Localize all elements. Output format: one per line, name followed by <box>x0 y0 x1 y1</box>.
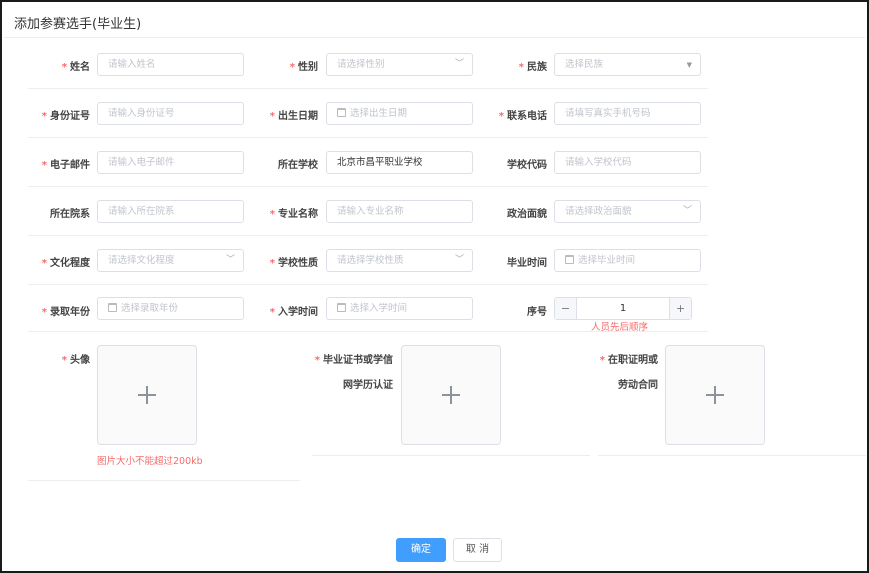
graduation-time-label: 毕业时间 <box>507 258 547 269</box>
minus-icon[interactable]: − <box>555 298 577 319</box>
major-input[interactable]: 请输入专业名称 <box>326 200 473 223</box>
chevron-down-icon: ﹀ <box>225 255 235 265</box>
department-input[interactable]: 请输入所在院系 <box>97 200 244 223</box>
row-divider <box>28 186 708 187</box>
confirm-button[interactable]: 确定 <box>396 538 446 562</box>
education-select[interactable]: 请选择文化程度 ﹀ <box>97 249 244 272</box>
avatar-hint: 图片大小不能超过200kb <box>97 456 203 467</box>
school-type-select[interactable]: 请选择学校性质 ﹀ <box>326 249 473 272</box>
school-code-label: 学校代码 <box>507 160 547 171</box>
certificate-label-line2: 网学历认证 <box>343 380 393 391</box>
chevron-down-icon: ﹀ <box>682 206 692 216</box>
email-label: * 电子邮件 <box>41 160 90 171</box>
political-status-select[interactable]: 请选择政治面貌 ﹀ <box>554 200 701 223</box>
department-label: 所在院系 <box>50 209 90 220</box>
plus-icon[interactable]: + <box>669 298 691 319</box>
sequence-value[interactable]: 1 <box>577 298 669 319</box>
birth-date-label: * 出生日期 <box>269 111 318 122</box>
graduation-time-picker[interactable]: 选择毕业时间 <box>554 249 701 272</box>
certificate-label-line1: * 毕业证书或学信 <box>314 355 393 366</box>
calendar-icon <box>337 108 346 117</box>
gender-label: * 性别 <box>289 62 318 73</box>
admission-year-label: * 录取年份 <box>41 307 90 318</box>
avatar-label: * 头像 <box>61 355 90 366</box>
plus-icon <box>706 386 724 404</box>
row-divider <box>28 137 708 138</box>
caret-down-icon: ▼ <box>686 61 692 69</box>
chevron-down-icon: ﹀ <box>454 59 464 69</box>
id-number-input[interactable]: 请输入身份证号 <box>97 102 244 125</box>
enrollment-time-label: * 入学时间 <box>269 307 318 318</box>
major-label: * 专业名称 <box>269 209 318 220</box>
sequence-label: 序号 <box>527 307 547 318</box>
employment-label-line1: * 在职证明或 <box>599 355 658 366</box>
dialog-header: 添加参赛选手(毕业生) <box>4 4 865 38</box>
row-divider <box>28 88 708 89</box>
row-divider <box>28 235 708 236</box>
certificate-upload[interactable] <box>401 345 501 445</box>
cancel-button[interactable]: 取 消 <box>453 538 502 562</box>
name-label: * 姓名 <box>61 62 90 73</box>
school-label: 所在学校 <box>278 160 318 171</box>
political-status-label: 政治面貌 <box>507 209 547 220</box>
row-divider <box>28 480 300 481</box>
phone-input[interactable]: 请填写真实手机号码 <box>554 102 701 125</box>
employment-label-line2: 劳动合同 <box>618 380 658 391</box>
school-input[interactable]: 北京市昌平职业学校 <box>326 151 473 174</box>
dialog-title: 添加参赛选手(毕业生) <box>14 17 142 32</box>
calendar-icon <box>108 303 117 312</box>
sequence-stepper[interactable]: − 1 + <box>554 297 692 320</box>
ethnicity-select[interactable]: 选择民族 ▼ <box>554 53 701 76</box>
avatar-upload[interactable] <box>97 345 197 445</box>
enrollment-time-picker[interactable]: 选择入学时间 <box>326 297 473 320</box>
id-number-label: * 身份证号 <box>41 111 90 122</box>
email-input[interactable]: 请输入电子邮件 <box>97 151 244 174</box>
school-code-input[interactable]: 请输入学校代码 <box>554 151 701 174</box>
calendar-icon <box>565 255 574 264</box>
birth-date-picker[interactable]: 选择出生日期 <box>326 102 473 125</box>
phone-label: * 联系电话 <box>498 111 547 122</box>
row-divider <box>312 455 590 456</box>
plus-icon <box>442 386 460 404</box>
gender-select[interactable]: 请选择性别 ﹀ <box>326 53 473 76</box>
name-input[interactable]: 请输入姓名 <box>97 53 244 76</box>
calendar-icon <box>337 303 346 312</box>
row-divider <box>28 284 708 285</box>
dialog: 添加参赛选手(毕业生) <box>0 0 869 573</box>
chevron-down-icon: ﹀ <box>454 255 464 265</box>
plus-icon <box>138 386 156 404</box>
education-label: * 文化程度 <box>41 258 90 269</box>
ethnicity-label: * 民族 <box>518 62 547 73</box>
sequence-hint: 人员先后顺序 <box>591 322 649 333</box>
school-type-label: * 学校性质 <box>269 258 318 269</box>
admission-year-picker[interactable]: 选择录取年份 <box>97 297 244 320</box>
row-divider <box>598 455 866 456</box>
employment-upload[interactable] <box>665 345 765 445</box>
